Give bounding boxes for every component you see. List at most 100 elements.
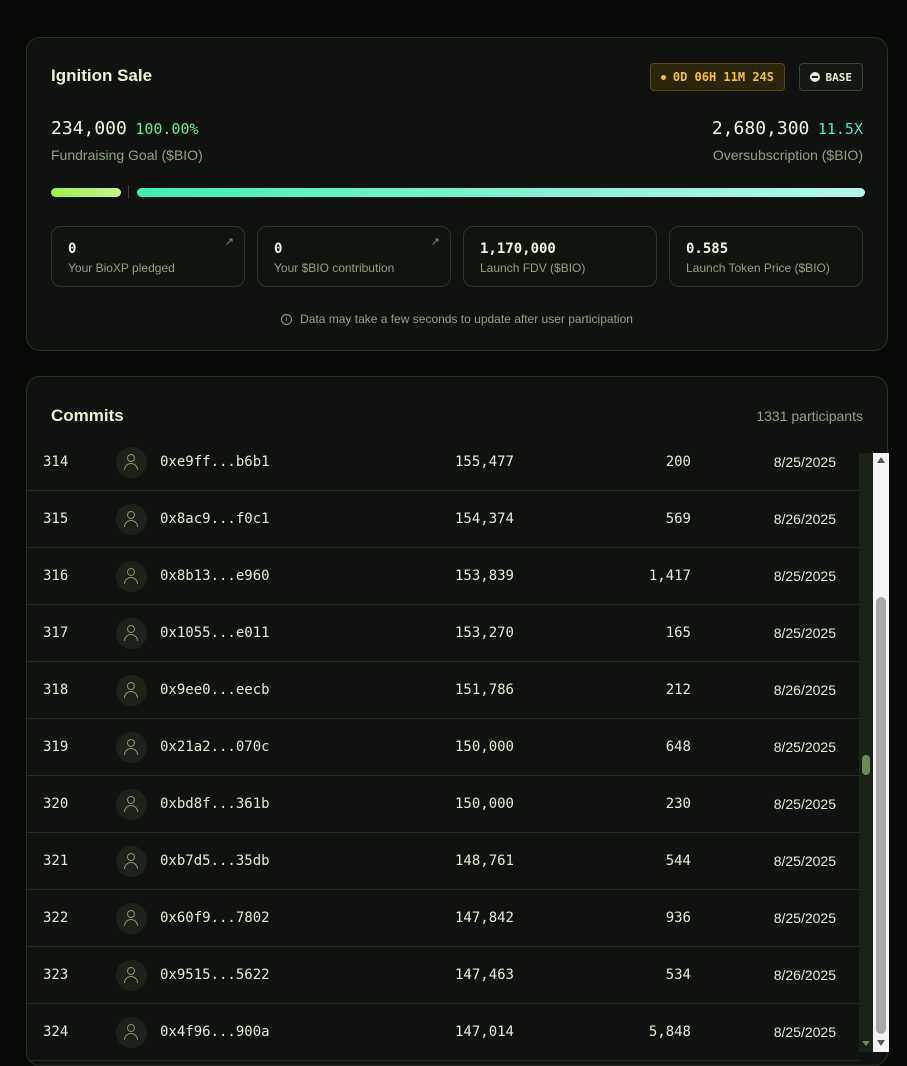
chain-badge[interactable]: BASE [798,63,863,91]
stat-label: Your BioXP pledged [68,261,175,275]
row-amount: 155,477 [454,454,514,470]
row-bioxp: 534 [665,967,691,983]
row-address[interactable]: 0x8ac9...f0c1 [160,491,270,547]
row-rank: 320 [43,796,69,812]
avatar [116,1017,147,1048]
row-address[interactable]: 0x9515...5622 [160,947,270,1003]
row-date: 8/25/2025 [773,796,836,812]
row-bioxp: 212 [665,682,691,698]
stat-launch-price: 0.585 Launch Token Price ($BIO) [669,226,863,287]
scroll-up-icon[interactable] [877,457,885,463]
row-rank: 319 [43,739,69,755]
row-bioxp: 569 [665,511,691,527]
stat-bioxp-pledged[interactable]: 0 Your BioXP pledged ↗ [51,226,245,287]
row-rank: 315 [43,511,69,527]
table-row[interactable]: 323 0x9515...5622 147,463 534 8/26/2025 [27,947,859,1004]
scroll-down-icon[interactable] [877,1040,885,1046]
table-row[interactable]: 322 0x60f9...7802 147,842 936 8/25/2025 [27,890,859,947]
timer-dot-icon [660,74,666,80]
table-row[interactable]: 321 0xb7d5...35db 148,761 544 8/25/2025 [27,833,859,890]
table-row[interactable]: 320 0xbd8f...361b 150,000 230 8/25/2025 [27,776,859,833]
row-address[interactable]: 0xe9ff...b6b1 [160,434,270,490]
row-bioxp: 200 [665,454,691,470]
row-date: 8/26/2025 [773,511,836,527]
avatar [116,618,147,649]
row-address[interactable]: 0x8b13...e960 [160,548,270,604]
row-amount: 151,786 [454,682,514,698]
goal-label: Fundraising Goal ($BIO) [51,147,203,163]
table-row[interactable]: 314 0xe9ff...b6b1 155,477 200 8/25/2025 [27,434,859,491]
stat-value: 1,170,000 [480,241,556,257]
row-rank: 322 [43,910,69,926]
user-icon [127,511,135,519]
arrow-up-right-icon: ↗ [430,236,440,248]
stat-value: 0 [274,241,283,257]
user-icon-body [124,919,138,926]
table-row[interactable]: 315 0x8ac9...f0c1 154,374 569 8/26/2025 [27,491,859,548]
sale-title: Ignition Sale [51,66,153,85]
user-icon [127,682,135,690]
chain-label: BASE [825,70,853,84]
user-icon [127,967,135,975]
row-address[interactable]: 0x21a2...070c [160,719,270,775]
table-row[interactable]: 317 0x1055...e011 153,270 165 8/25/2025 [27,605,859,662]
user-icon-body [124,748,138,755]
stats-row: 0 Your BioXP pledged ↗ 0 Your $BIO contr… [51,226,863,287]
stat-launch-fdv: 1,170,000 Launch FDV ($BIO) [463,226,657,287]
commits-title: Commits [51,406,124,425]
user-icon-body [124,463,138,470]
row-date: 8/26/2025 [773,967,836,983]
row-rank: 321 [43,853,69,869]
inner-scrollbar-thumb[interactable] [862,755,870,775]
row-rank: 316 [43,568,69,584]
table-row[interactable]: 324 0x4f96...900a 147,014 5,848 8/25/2025 [27,1004,859,1061]
row-bioxp: 936 [665,910,691,926]
inner-scroll-down-icon[interactable] [862,1041,870,1046]
commits-table[interactable]: 314 0xe9ff...b6b1 155,477 200 8/25/2025 315 0x… [27,434,859,1061]
row-address[interactable]: 0xbd8f...361b [160,776,270,832]
over-multiplier: 11.5X [817,120,863,138]
row-bioxp: 1,417 [648,568,691,584]
row-amount: 148,761 [454,853,514,869]
avatar [116,960,147,991]
stat-bio-contribution[interactable]: 0 Your $BIO contribution ↗ [257,226,451,287]
avatar [116,447,147,478]
table-row[interactable]: 316 0x8b13...e960 153,839 1,417 8/25/2025 [27,548,859,605]
user-icon [127,739,135,747]
timer-text: 0D 06H 11M 24S [672,70,774,84]
update-note: i Data may take a few seconds to update a… [27,312,887,326]
row-date: 8/25/2025 [773,853,836,869]
over-value: 2,680,300 [711,118,810,139]
page-scrollbar-thumb[interactable] [876,597,886,1034]
ignition-sale-card: Ignition Sale 0D 06H 11M 24S BASE 234,00… [26,37,888,351]
goal-progress-bar [51,188,121,197]
row-amount: 150,000 [454,796,514,812]
avatar [116,903,147,934]
row-address[interactable]: 0xb7d5...35db [160,833,270,889]
row-address[interactable]: 0x9ee0...eecb [160,662,270,718]
row-amount: 147,463 [454,967,514,983]
inner-scrollbar-track[interactable] [859,453,873,1052]
row-bioxp: 165 [665,625,691,641]
row-address[interactable]: 0x1055...e011 [160,605,270,661]
row-date: 8/25/2025 [773,739,836,755]
row-date: 8/25/2025 [773,910,836,926]
table-row[interactable]: 318 0x9ee0...eecb 151,786 212 8/26/2025 [27,662,859,719]
table-row[interactable]: 319 0x21a2...070c 150,000 648 8/25/2025 [27,719,859,776]
user-icon [127,910,135,918]
row-address[interactable]: 0x60f9...7802 [160,890,270,946]
user-icon-body [124,520,138,527]
stat-value: 0 [68,241,77,257]
arrow-up-right-icon: ↗ [224,236,234,248]
user-icon [127,625,135,633]
user-icon-body [124,691,138,698]
row-amount: 147,842 [454,910,514,926]
commits-card: Commits 1331 participants 314 0xe9ff...b6… [26,376,888,1066]
participants-count: 1331 participants [756,408,863,424]
avatar [116,846,147,877]
user-icon-body [124,634,138,641]
avatar [116,789,147,820]
stat-label: Your $BIO contribution [274,261,395,275]
row-bioxp: 544 [665,853,691,869]
stat-label: Launch Token Price ($BIO) [686,261,830,275]
